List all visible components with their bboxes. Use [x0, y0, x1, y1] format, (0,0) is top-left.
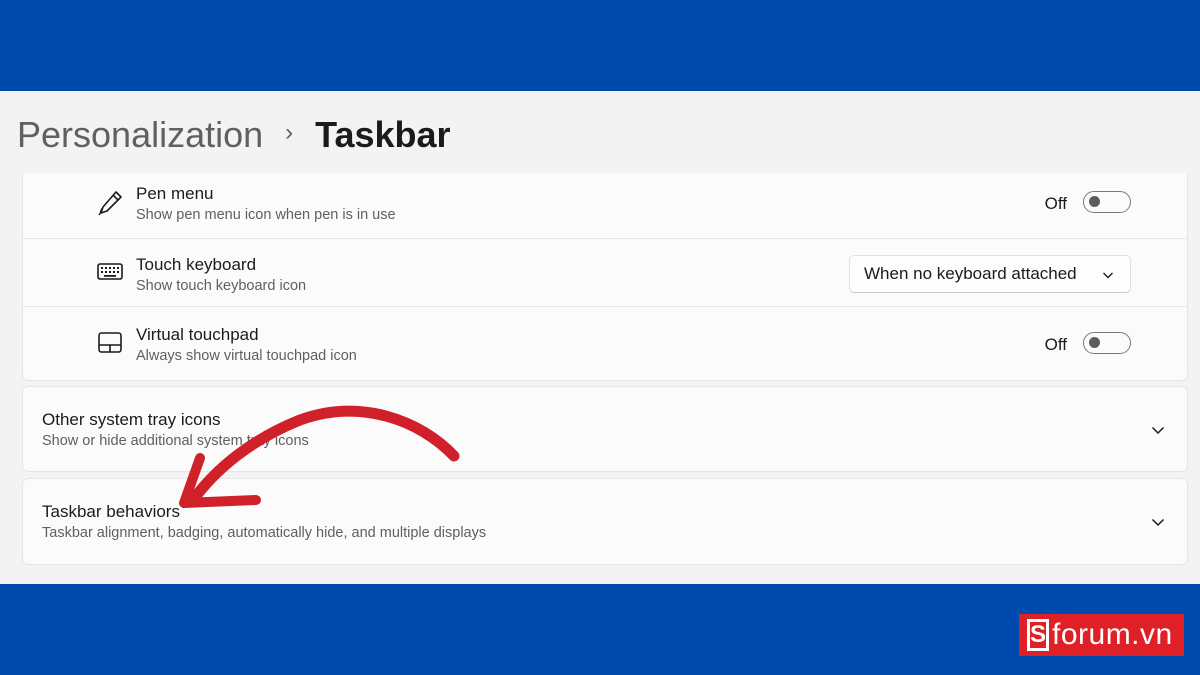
other-system-tray-icons-title: Other system tray icons — [42, 410, 221, 429]
pen-menu-state-label: Off — [1044, 194, 1067, 213]
page-title: Taskbar — [315, 114, 451, 155]
pen-icon — [98, 191, 122, 216]
setting-row-virtual-touchpad: Virtual touchpad Always show virtual tou… — [23, 307, 1187, 381]
touchpad-icon — [98, 332, 122, 353]
toggle-knob — [1089, 196, 1100, 207]
breadcrumb: Personalization › Taskbar — [17, 111, 451, 159]
expander-other-system-tray-icons[interactable]: Other system tray icons Show or hide add… — [22, 386, 1188, 472]
touch-keyboard-dropdown[interactable]: When no keyboard attached — [849, 255, 1131, 293]
chevron-down-icon[interactable] — [1151, 423, 1165, 437]
taskbar-corner-icons-card: Pen menu Show pen menu icon when pen is … — [22, 173, 1188, 381]
logo-letter: S — [1027, 619, 1049, 651]
virtual-touchpad-subtitle: Always show virtual touchpad icon — [136, 348, 357, 364]
pen-menu-toggle[interactable] — [1083, 191, 1131, 213]
touch-keyboard-title: Touch keyboard — [136, 255, 257, 274]
other-system-tray-icons-subtitle: Show or hide additional system tray icon… — [42, 433, 309, 449]
taskbar-behaviors-title: Taskbar behaviors — [42, 502, 180, 521]
top-banner — [0, 0, 1200, 91]
taskbar-behaviors-subtitle: Taskbar alignment, badging, automaticall… — [42, 525, 487, 541]
setting-row-pen-menu: Pen menu Show pen menu icon when pen is … — [23, 173, 1187, 239]
toggle-knob — [1089, 337, 1100, 348]
pen-menu-subtitle: Show pen menu icon when pen is in use — [136, 207, 396, 223]
expander-taskbar-behaviors[interactable]: Taskbar behaviors Taskbar alignment, bad… — [22, 478, 1188, 565]
setting-row-touch-keyboard: Touch keyboard Show touch keyboard icon … — [23, 239, 1187, 307]
sforum-logo: S forum.vn — [1019, 614, 1184, 656]
settings-window: Personalization › Taskbar Pen menu Show … — [0, 91, 1200, 584]
breadcrumb-separator-icon: › — [285, 119, 294, 146]
touch-keyboard-subtitle: Show touch keyboard icon — [136, 278, 307, 294]
virtual-touchpad-state-label: Off — [1044, 335, 1067, 354]
keyboard-icon — [97, 263, 123, 280]
touch-keyboard-selected-value: When no keyboard attached — [864, 264, 1077, 283]
pen-menu-title: Pen menu — [136, 184, 214, 203]
logo-text: forum.vn — [1052, 618, 1173, 651]
chevron-down-icon[interactable] — [1151, 515, 1165, 529]
virtual-touchpad-title: Virtual touchpad — [136, 325, 259, 344]
virtual-touchpad-toggle[interactable] — [1083, 332, 1131, 354]
breadcrumb-personalization[interactable]: Personalization — [17, 114, 263, 156]
chevron-down-icon — [1103, 272, 1113, 279]
